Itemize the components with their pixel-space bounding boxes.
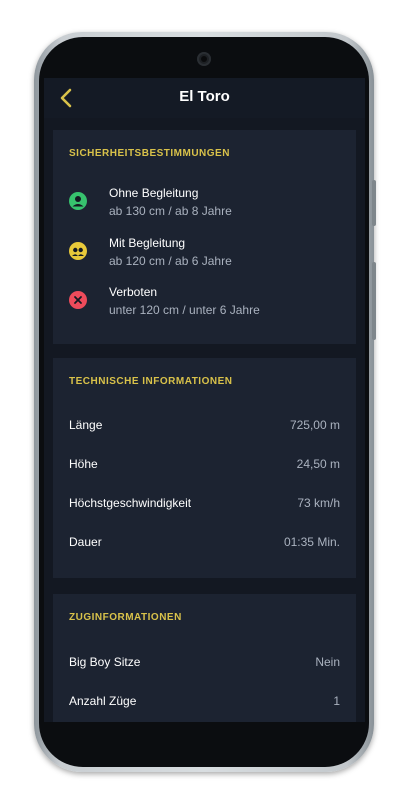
- row-value: Nein: [315, 655, 340, 669]
- safety-section-title: SICHERHEITSBESTIMMUNGEN: [69, 148, 230, 159]
- back-button[interactable]: [50, 82, 82, 114]
- app-header: El Toro: [44, 78, 365, 118]
- info-row-duration: Dauer 01:35 Min.: [53, 535, 356, 555]
- info-row-length: Länge 725,00 m: [53, 418, 356, 438]
- chevron-left-icon: [60, 88, 72, 108]
- person-circle-icon: [69, 192, 87, 210]
- row-label: Höhe: [69, 457, 98, 471]
- row-value: 01:35 Min.: [283, 535, 340, 549]
- app-screen: El Toro SICHERHEITSBESTIMMUNGEN Ohne Beg…: [44, 78, 365, 722]
- row-label: Länge: [69, 418, 103, 432]
- safety-item-unaccompanied: Ohne Begleitung ab 130 cm / ab 8 Jahre: [53, 186, 356, 226]
- row-label: Höchstgeschwindigkeit: [69, 496, 192, 510]
- safety-item-name: Mit Begleitung: [109, 236, 186, 250]
- info-row-height: Höhe 24,50 m: [53, 457, 356, 477]
- safety-item-detail: unter 120 cm / unter 6 Jahre: [109, 303, 260, 317]
- row-value: 73 km/h: [297, 496, 340, 510]
- technical-section-title: TECHNISCHE INFORMATIONEN: [69, 376, 233, 387]
- power-button: [372, 262, 376, 340]
- row-value: 725,00 m: [289, 418, 340, 432]
- volume-button: [372, 180, 376, 226]
- front-camera: [197, 52, 211, 66]
- row-label: Big Boy Sitze: [69, 655, 141, 669]
- train-section: ZUGINFORMATIONEN Big Boy Sitze Nein Anza…: [53, 594, 356, 722]
- info-row-speed: Höchstgeschwindigkeit 73 km/h: [53, 496, 356, 516]
- safety-item-forbidden: Verboten unter 120 cm / unter 6 Jahre: [53, 285, 356, 325]
- safety-item-name: Ohne Begleitung: [109, 186, 199, 200]
- page-title: El Toro: [179, 88, 230, 105]
- safety-item-detail: ab 130 cm / ab 8 Jahre: [109, 204, 232, 218]
- technical-section: TECHNISCHE INFORMATIONEN Länge 725,00 m …: [53, 358, 356, 578]
- info-row-big-boy-seats: Big Boy Sitze Nein: [53, 655, 356, 675]
- row-value: 1: [333, 694, 340, 708]
- info-row-train-count: Anzahl Züge 1: [53, 694, 356, 714]
- row-label: Dauer: [69, 535, 102, 549]
- safety-item-accompanied: Mit Begleitung ab 120 cm / ab 6 Jahre: [53, 236, 356, 276]
- safety-item-detail: ab 120 cm / ab 6 Jahre: [109, 254, 232, 268]
- safety-item-name: Verboten: [109, 285, 158, 299]
- safety-section: SICHERHEITSBESTIMMUNGEN Ohne Begleitung …: [53, 130, 356, 344]
- row-value: 24,50 m: [296, 457, 340, 471]
- close-circle-icon: [69, 291, 87, 309]
- train-section-title: ZUGINFORMATIONEN: [69, 612, 182, 623]
- group-circle-icon: [69, 242, 87, 260]
- row-label: Anzahl Züge: [69, 694, 137, 708]
